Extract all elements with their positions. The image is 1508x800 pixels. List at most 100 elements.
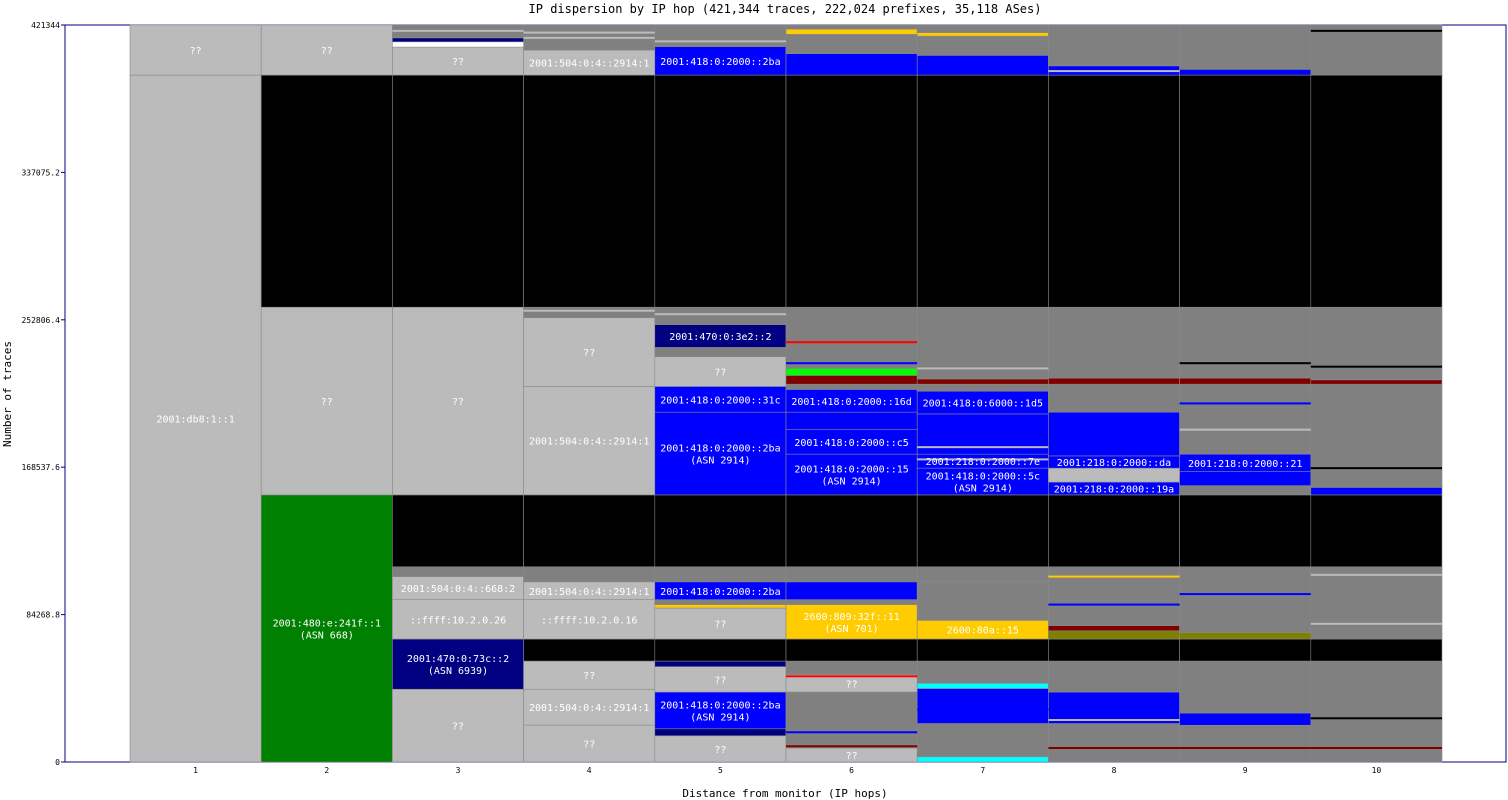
segment-hop-6-9 [785,566,918,583]
segment-sublabel: (ASN 2914) [821,477,881,488]
thin-line-hop-8 [1048,603,1180,606]
segment-label: 2001:504:0:4::2914:1 [529,587,649,598]
segment-hop-8-7 [1048,494,1180,568]
thin-line-hop-4 [523,309,655,312]
segment-hop-6-10 [785,494,918,568]
x-tick-label: 8 [1112,766,1117,775]
segment-hop-9-12 [1179,306,1312,379]
segment-label: ?? [714,745,726,756]
thin-line-hop-6 [786,675,918,678]
segment-label: ?? [321,46,333,57]
segment-hop-8-12 [1048,383,1180,413]
segment-label: 2600:80a::15 [947,626,1019,637]
segment-hop-9-15 [1179,24,1312,70]
thin-line-hop-9 [1179,593,1311,596]
segment-hop-7-14 [916,383,1049,392]
segment-hop-3-7 [392,74,524,308]
x-axis-label: Distance from monitor (IP hops) [682,787,887,800]
segment-label: 2001:218:0:2000::21 [1188,459,1302,470]
segment-label: 2600:809:32f::11 [803,612,899,623]
thin-line-hop-8 [1048,575,1180,578]
segment-hop-9-14 [1179,69,1312,76]
segment-hop-7-7 [916,581,1049,621]
x-tick-label: 10 [1372,766,1382,775]
segment-label: 2001:504:0:4::2914:1 [529,703,649,714]
segment-label: ?? [583,348,595,359]
segment-label: 2001:218:0:2000::7e [926,457,1040,468]
x-tick-label: 4 [587,766,592,775]
segment-hop-6-5 [785,638,918,662]
x-tick-label: 1 [193,766,198,775]
segment-hop-10-8 [1310,74,1443,308]
segment-hop-8-2 [1048,660,1180,693]
segment-sublabel: (ASN 2914) [690,712,750,723]
segment-hop-6-18 [785,306,918,369]
segment-hop-9-2 [1179,660,1312,714]
segment-label: 2001:db8:1::1 [156,415,234,426]
segment-hop-7-9 [916,494,1049,568]
segment-hop-10-7 [1310,306,1443,381]
segment-label: ::ffff:10.2.0.16 [541,615,637,626]
segment-hop-9-8 [1179,471,1312,486]
segment-hop-4-10 [523,306,656,319]
segment-hop-5-15 [654,347,787,358]
segment-hop-6-7 [785,599,918,605]
segment-hop-10-2 [1310,566,1443,640]
x-tick-label: 3 [456,766,461,775]
segment-hop-4-11 [523,74,656,308]
thin-line-hop-9 [1179,362,1311,365]
ip-dispersion-chart: IP dispersion by IP hop (421,344 traces,… [1,2,1507,800]
segment-hop-10-5 [1310,383,1443,488]
segment-label: ?? [583,740,595,751]
segment-label: 2001:418:0:6000::1d5 [923,399,1043,410]
segment-label: 2001:504:0:4::2914:1 [529,59,649,70]
y-axis-label: Number of traces [1,341,14,447]
thin-line-hop-9 [1179,747,1311,750]
segment-hop-6-15 [785,383,918,390]
segment-hop-8-13 [1048,377,1180,385]
segment-hop-4-3 [523,638,656,662]
segment-hop-7-15 [916,378,1049,385]
hop-bars [129,24,1443,763]
segment-hop-9-1 [1179,712,1312,726]
segment-sublabel: (ASN 701) [825,624,879,635]
segment-hop-7-8 [916,566,1049,583]
segment-sublabel: (ASN 2914) [690,456,750,467]
segment-label: 2001:418:0:2000::15 [794,465,908,476]
segment-hop-5-8 [654,599,787,605]
segment-label: 2001:470:0:73c::2 [407,654,509,665]
segment-hop-7-21 [916,24,1049,33]
x-axis-ticks: 1 2 3 4 5 6 7 8 9 10 [193,766,1381,775]
segment-hop-9-5 [1179,566,1312,633]
y-axis-ticks: 0 84268.8 168537.6 252806.4 337075.2 421344 [21,21,65,767]
segment-hop-6-13 [785,411,918,430]
thin-line-hop-8 [1048,70,1180,73]
thin-line-hop-7 [917,708,1049,711]
thin-line-hop-8 [1048,472,1180,475]
thin-line-hop-10 [1310,29,1442,32]
segment-hop-7-20 [916,32,1049,37]
segment-label: 2001:218:0:2000::19a [1054,485,1174,496]
y-tick-label: 252806.4 [21,316,60,325]
segment-hop-5-10 [654,566,787,583]
thin-line-hop-6 [786,341,918,344]
segment-label: 2001:470:0:3e2::2 [669,332,771,343]
thin-line-hop-10 [1310,622,1442,625]
segment-label: 2001:418:0:2000::2ba [660,444,780,455]
segment-hop-9-3 [1179,638,1312,662]
segment-label: 2001:504:0:4::668:2 [401,584,515,595]
thin-line-hop-4 [523,36,655,39]
y-tick-label: 421344 [31,21,60,30]
segment-hop-5-17 [654,306,787,326]
segment-hop-6-16 [785,375,918,385]
segment-label: ?? [714,675,726,686]
segment-hop-8-9 [1048,467,1180,483]
segment-hop-7-19 [916,35,1049,56]
segment-hop-10-6 [1310,379,1443,385]
segment-label: ?? [321,397,333,408]
thin-line-hop-7 [917,446,1049,449]
segment-hop-7-5 [916,638,1049,662]
segment-hop-9-6 [1179,494,1312,568]
segment-hop-3-9 [392,37,524,43]
segment-label: 2001:218:0:2000::da [1057,458,1171,469]
